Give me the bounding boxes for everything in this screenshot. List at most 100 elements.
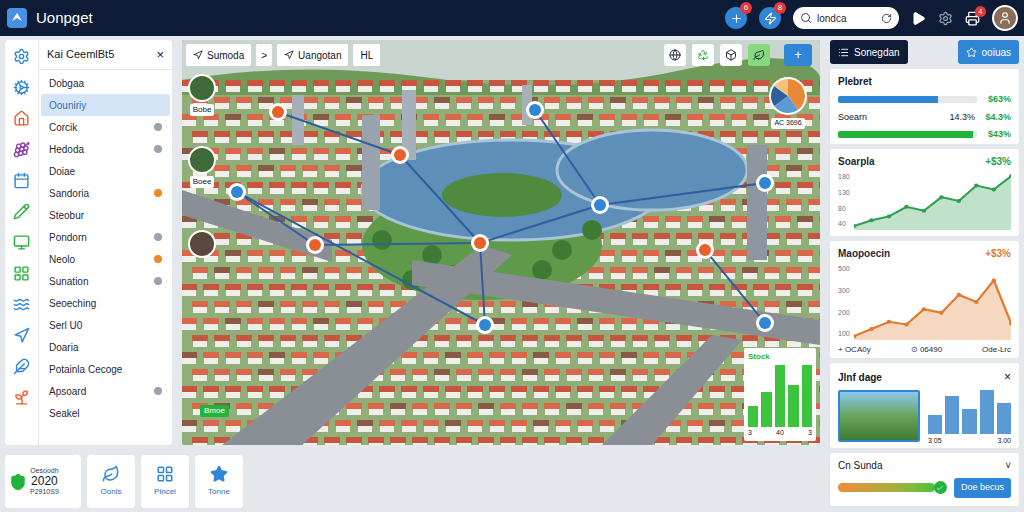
- avatar-marker[interactable]: [188, 230, 216, 258]
- crumb-button[interactable]: Uangotan: [277, 44, 348, 66]
- tool-icon: [753, 49, 765, 61]
- top-bar: Uonpget 68 londca 4: [0, 0, 1024, 36]
- marker-label: Boee: [190, 176, 215, 188]
- map-pin[interactable]: [526, 101, 544, 119]
- map-pin[interactable]: [391, 146, 409, 164]
- axis-tick: 3: [808, 428, 812, 439]
- footer-card: Cn Sunda˅Doe becus: [830, 453, 1019, 506]
- action-button[interactable]: Sonegdan: [830, 40, 908, 64]
- gear-icon[interactable]: [938, 11, 953, 26]
- play-icon[interactable]: [911, 11, 926, 26]
- tile-icon: [156, 465, 174, 483]
- close-button[interactable]: ×: [1004, 368, 1011, 386]
- primary-button[interactable]: Doe becus: [954, 478, 1011, 498]
- notification-button[interactable]: 6: [725, 7, 747, 29]
- sidebar-item[interactable]: Pondorn: [41, 226, 170, 248]
- chart-bar: [761, 392, 771, 426]
- chart-bar: [997, 403, 1011, 434]
- sidebar-item[interactable]: Sandoria: [41, 182, 170, 204]
- action-button[interactable]: ooiuas: [958, 40, 1019, 64]
- sidebar-item[interactable]: Sunation: [41, 270, 170, 292]
- sidebar-item[interactable]: Neolo: [41, 248, 170, 270]
- summary-tile[interactable]: Pincel: [141, 455, 189, 508]
- map-tool-button[interactable]: [692, 44, 714, 66]
- stat-row: Soearn14.3%$4.3%: [838, 111, 1011, 125]
- refresh-icon[interactable]: [881, 13, 892, 24]
- sidebar-item[interactable]: Hedoda: [41, 138, 170, 160]
- add-button[interactable]: +: [784, 44, 812, 66]
- axis-tick: 100: [838, 329, 850, 340]
- sidebar-item[interactable]: Doaria: [41, 336, 170, 358]
- map-pin[interactable]: [471, 234, 489, 252]
- map-pin[interactable]: [756, 174, 774, 192]
- axis-tick: 40: [776, 428, 784, 439]
- map-pin[interactable]: [476, 316, 494, 334]
- map-pin[interactable]: [228, 183, 246, 201]
- map-pin[interactable]: [269, 103, 287, 121]
- nav-icon[interactable]: [13, 265, 30, 282]
- chart-bar: [788, 385, 798, 426]
- chart-bar: [945, 396, 959, 434]
- sidebar-item[interactable]: Corcik: [41, 116, 170, 138]
- avatar[interactable]: [992, 5, 1018, 31]
- axis-tick: 80: [838, 204, 850, 215]
- nav-icon[interactable]: [13, 110, 30, 127]
- search-field[interactable]: londca: [793, 7, 899, 29]
- map-pin[interactable]: [756, 314, 774, 332]
- sidebar-item[interactable]: Steobur: [41, 204, 170, 226]
- expand-button[interactable]: ˅: [1005, 458, 1011, 473]
- map-pin[interactable]: [306, 236, 324, 254]
- map-tool-button[interactable]: [748, 44, 770, 66]
- marker-label: Bobe: [190, 104, 215, 116]
- sidebar-item[interactable]: Dobgaa: [41, 72, 170, 94]
- map-pin[interactable]: [696, 241, 714, 259]
- progress-fill: [838, 483, 935, 492]
- landscape-image: [838, 390, 920, 442]
- summary-tile[interactable]: Tonne: [195, 455, 243, 508]
- sidebar-item[interactable]: Potainla Cecoge: [41, 358, 170, 380]
- crumb-button[interactable]: Sumoda: [186, 44, 251, 66]
- map-tool-button[interactable]: [664, 44, 686, 66]
- nav-icon[interactable]: [13, 327, 30, 344]
- nav-icon[interactable]: [13, 358, 30, 375]
- nav-icon[interactable]: [13, 79, 30, 96]
- nav-icon[interactable]: [13, 172, 30, 189]
- status-dot: [154, 277, 162, 285]
- chart-bar: [980, 390, 994, 434]
- notification-button[interactable]: 8: [759, 7, 781, 29]
- sidebar-item[interactable]: Seakel: [41, 402, 170, 424]
- nav-icon[interactable]: [13, 389, 30, 406]
- axis-tick: 130: [838, 188, 850, 199]
- summary-card[interactable]: Oesoodh2020P2910S9: [5, 455, 81, 508]
- map-panel: Sumoda>UangotanHL+BobeBoeeBmoeAC 3696Sto…: [182, 40, 820, 445]
- chart-bar: [802, 365, 812, 427]
- sidebar-item[interactable]: Apsoard: [41, 380, 170, 402]
- summary-tile[interactable]: Oonls: [87, 455, 135, 508]
- map-tool-button[interactable]: [720, 44, 742, 66]
- nav-icon[interactable]: [13, 234, 30, 251]
- status-dot: [154, 189, 162, 197]
- sidebar-item[interactable]: Doiae: [41, 160, 170, 182]
- nav-icon[interactable]: [13, 296, 30, 313]
- map-canvas[interactable]: [182, 40, 820, 445]
- sidebar-item[interactable]: Serl U0: [41, 314, 170, 336]
- check-icon: [934, 481, 947, 494]
- sidebar-item[interactable]: Seoeching: [41, 292, 170, 314]
- map-pin[interactable]: [591, 196, 609, 214]
- badge: 6: [740, 2, 752, 14]
- printer-button[interactable]: 4: [965, 11, 980, 26]
- progress-fill: [838, 96, 938, 103]
- close-button[interactable]: ×: [156, 45, 164, 65]
- crumb-button[interactable]: HL: [353, 44, 380, 66]
- nav-icon[interactable]: [13, 203, 30, 220]
- tool-icon: [725, 49, 737, 61]
- icon-rail: [5, 40, 39, 445]
- avatar-marker[interactable]: Boee: [188, 146, 216, 188]
- chart-bar: [748, 406, 758, 427]
- chart-card: Soarpla+$3%1801308040: [830, 149, 1019, 236]
- nav-icon[interactable]: [13, 141, 30, 158]
- avatar-marker[interactable]: Bobe: [188, 74, 216, 116]
- app-title: Uonpget: [36, 7, 93, 30]
- sidebar-item[interactable]: Oouniriy: [41, 94, 170, 116]
- nav-icon[interactable]: [13, 48, 30, 65]
